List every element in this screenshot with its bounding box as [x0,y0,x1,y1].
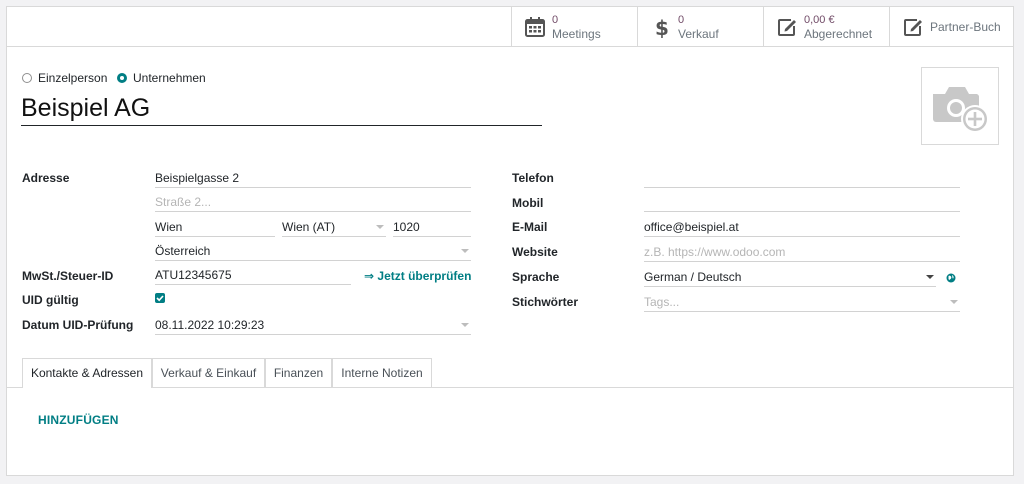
radio-company-dot[interactable] [117,73,127,83]
address-label: Adresse [22,171,70,185]
checkmark-icon [156,295,164,302]
street2-input[interactable]: Straße 2... [155,192,471,212]
notebook-tabs: Kontakte & Adressen Verkauf & Einkauf Fi… [7,358,1013,388]
uid-valid-checkbox[interactable] [155,293,165,303]
sales-button[interactable]: $ 0 Verkauf [637,7,763,46]
edit-icon [778,19,796,36]
city-input[interactable]: Wien [155,217,275,237]
edit-icon [904,19,922,36]
chevron-down-icon [461,323,469,327]
chevron-down-icon [461,249,469,253]
meetings-count: 0 [552,14,559,26]
tags-placeholder: Tags... [644,295,680,309]
state-select[interactable]: Wien (AT) [282,217,386,237]
phone-label: Telefon [512,171,554,185]
partner-form-sheet: 0 Meetings $ 0 Verkauf 0,00 € Abgerechne… [6,6,1014,476]
invoiced-button[interactable]: 0,00 € Abgerechnet [763,7,889,46]
meetings-button[interactable]: 0 Meetings [511,7,637,46]
tab-sales-purchase[interactable]: Verkauf & Einkauf [152,358,265,387]
uid-check-date-value: 08.11.2022 10:29:23 [155,318,265,332]
radio-company-label: Unternehmen [133,71,206,85]
partner-name-input[interactable]: Beispiel AG [21,92,542,126]
state-value: Wien (AT) [282,220,336,234]
vat-label: MwSt./Steuer-ID [22,269,114,283]
radio-individual[interactable]: Einzelperson [22,71,107,85]
image-upload[interactable] [921,67,999,145]
radio-individual-label: Einzelperson [38,71,108,85]
language-label: Sprache [512,270,560,284]
add-contact-button[interactable]: HINZUFÜGEN [38,413,119,427]
website-input[interactable]: z.B. https://www.odoo.com [644,242,960,262]
sales-label: Verkauf [678,27,719,41]
chevron-down-icon [950,300,958,304]
chevron-down-icon [926,275,934,279]
country-select[interactable]: Österreich [155,241,471,261]
street-input[interactable]: Beispielgasse 2 [155,168,471,188]
uid-check-date-input[interactable]: 08.11.2022 10:29:23 [155,315,471,335]
tags-label: Stichwörter [512,295,579,309]
globe-icon[interactable] [946,273,956,283]
phone-input[interactable] [644,168,960,188]
partner-ledger-button[interactable]: Partner-Buch [889,7,1015,46]
vat-check-link[interactable]: ⇒ Jetzt überprüfen [364,269,471,283]
smart-button-bar: 0 Meetings $ 0 Verkauf 0,00 € Abgerechne… [7,7,1013,47]
dollar-icon: $ [655,16,669,38]
radio-company[interactable]: Unternehmen [117,71,206,85]
tab-contacts-addresses[interactable]: Kontakte & Adressen [22,358,152,388]
mobile-input[interactable] [644,192,960,212]
country-value: Österreich [155,244,211,258]
calendar-icon [525,17,545,37]
sales-count: 0 [678,14,685,26]
tab-finances[interactable]: Finanzen [265,358,332,387]
radio-individual-dot[interactable] [22,73,32,83]
language-value: German / Deutsch [644,270,742,284]
language-select[interactable]: German / Deutsch [644,267,936,287]
invoiced-amount: 0,00 € [804,14,835,26]
tags-input[interactable]: Tags... [644,292,960,312]
uid-valid-label: UID gültig [22,293,79,307]
email-label: E-Mail [512,220,548,234]
meetings-label: Meetings [552,27,601,41]
mobile-label: Mobil [512,196,544,210]
street2-placeholder: Straße 2... [155,195,212,209]
tab-internal-notes[interactable]: Interne Notizen [332,358,432,387]
zip-input[interactable]: 1020 [393,217,471,237]
invoiced-label: Abgerechnet [804,27,873,41]
email-input[interactable]: office@beispiel.at [644,217,960,237]
partner-ledger-label: Partner-Buch [930,20,1001,34]
chevron-down-icon [376,225,384,229]
vat-input[interactable]: ATU12345675 [155,265,351,285]
svg-text:$: $ [655,16,669,38]
camera-plus-icon [933,87,989,133]
uid-check-date-label: Datum UID-Prüfung [22,318,134,332]
website-placeholder: z.B. https://www.odoo.com [644,245,786,259]
website-label: Website [512,245,558,259]
